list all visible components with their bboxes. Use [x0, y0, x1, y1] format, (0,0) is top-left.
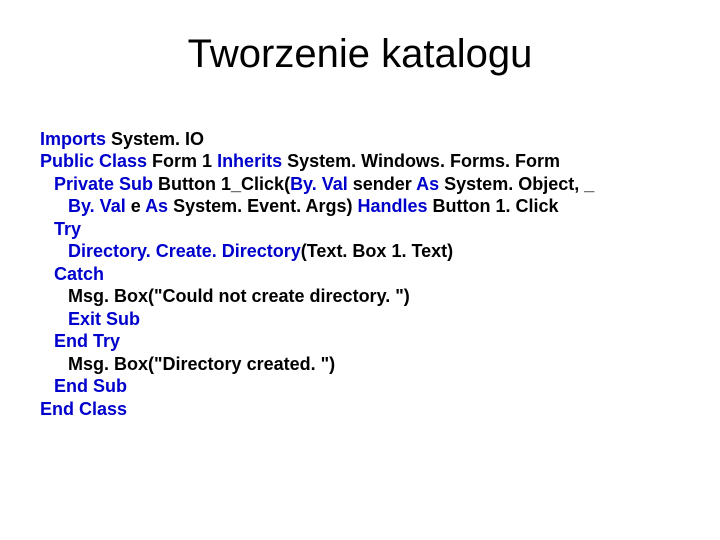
code-line-6: Directory. Create. Directory(Text. Box 1… — [40, 240, 453, 263]
code-line-10: End Try — [40, 330, 120, 353]
keyword-directory-create: Directory. Create. Directory — [68, 241, 301, 261]
keyword-catch: Catch — [54, 264, 104, 284]
keyword-end-try: End Try — [54, 331, 120, 351]
keyword-end-sub: End Sub — [54, 376, 127, 396]
code-text: Msg. Box("Directory created. ") — [68, 354, 335, 374]
code-text: Button 1. Click — [428, 196, 559, 216]
code-line-1: Imports System. IO — [40, 129, 204, 149]
keyword-public-class: Public Class — [40, 151, 147, 171]
keyword-inherits: Inherits — [217, 151, 282, 171]
code-text: System. Event. Args) — [168, 196, 357, 216]
code-text: Button 1_Click( — [153, 174, 290, 194]
code-line-7: Catch — [40, 263, 104, 286]
keyword-as: As — [416, 174, 439, 194]
slide: Tworzenie katalogu Imports System. IO Pu… — [0, 0, 720, 540]
code-line-4: By. Val e As System. Event. Args) Handle… — [40, 195, 559, 218]
keyword-exit-sub: Exit Sub — [68, 309, 140, 329]
code-text: System. Object, _ — [439, 174, 594, 194]
code-text: Msg. Box("Could not create directory. ") — [68, 286, 410, 306]
code-line-13: End Class — [40, 399, 127, 419]
code-text: e — [126, 196, 145, 216]
code-line-12: End Sub — [40, 375, 127, 398]
keyword-try: Try — [54, 219, 81, 239]
keyword-end-class: End Class — [40, 399, 127, 419]
keyword-handles: Handles — [357, 196, 427, 216]
code-text: (Text. Box 1. Text) — [301, 241, 453, 261]
code-text: System. Windows. Forms. Form — [282, 151, 560, 171]
code-line-2: Public Class Form 1 Inherits System. Win… — [40, 151, 560, 171]
code-line-8: Msg. Box("Could not create directory. ") — [40, 285, 410, 308]
code-line-5: Try — [40, 218, 81, 241]
code-line-9: Exit Sub — [40, 308, 140, 331]
keyword-imports: Imports — [40, 129, 106, 149]
code-line-3: Private Sub Button 1_Click(By. Val sende… — [40, 173, 594, 196]
keyword-as: As — [145, 196, 168, 216]
slide-title: Tworzenie katalogu — [40, 32, 680, 77]
code-line-11: Msg. Box("Directory created. ") — [40, 353, 335, 376]
code-text: Form 1 — [147, 151, 217, 171]
keyword-byval: By. Val — [290, 174, 348, 194]
keyword-private-sub: Private Sub — [54, 174, 153, 194]
keyword-byval: By. Val — [68, 196, 126, 216]
code-text: sender — [348, 174, 416, 194]
code-block: Imports System. IO Public Class Form 1 I… — [40, 105, 680, 443]
code-text: System. IO — [106, 129, 204, 149]
